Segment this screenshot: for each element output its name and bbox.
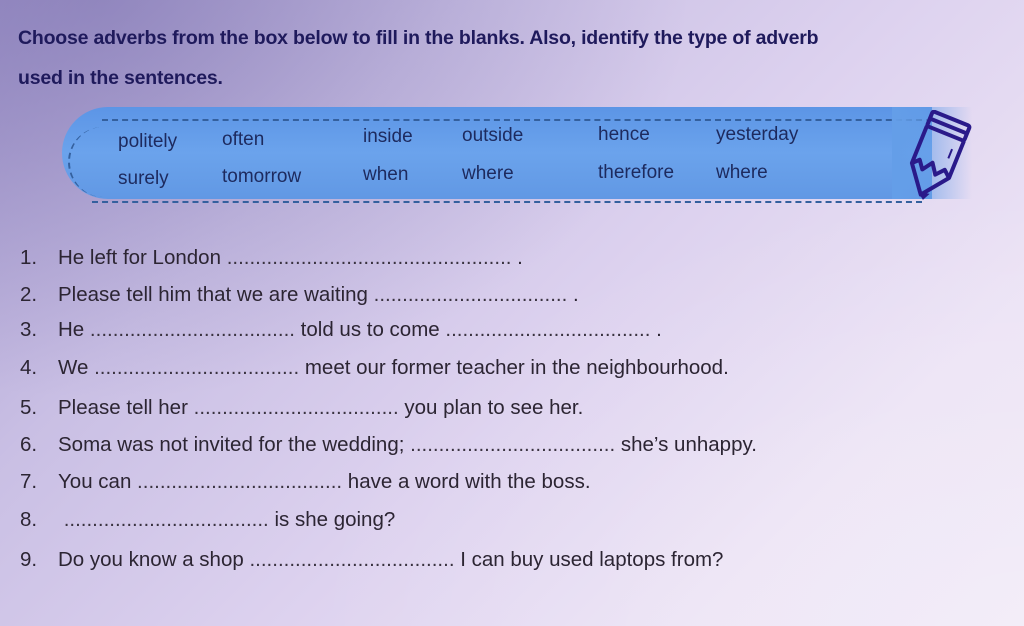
sentence-text: . [650,318,662,341]
word-box-item: tomorrow [222,166,302,187]
blank-field[interactable]: ........................................… [227,246,512,269]
word-box-item: surely [118,168,169,189]
sentence-text: . [567,283,579,306]
blank-field[interactable]: .................................... [410,433,615,456]
exercise-item: 1. He left for London ...................… [20,246,523,270]
pencil-icon [909,110,972,200]
sentence-text: We [58,356,89,379]
sentence-text: Please tell him that we are waiting [58,283,368,306]
word-box-item: where [716,162,768,183]
item-number: 4. [20,356,38,379]
word-box-item: politely [118,131,178,152]
sentence-text: . [511,246,523,269]
blank-field[interactable]: .................................. [374,283,568,306]
sentence-text: you plan to see her. [404,396,584,419]
sentence-text: Soma was not invited for the wedding; [58,433,405,456]
item-number: 7. [20,470,38,493]
sentence-text: meet our former teacher in the neighbour… [304,356,729,379]
instruction-line-1: Choose adverbs from the box below to fil… [18,27,819,49]
word-box-item: hence [598,124,650,145]
word-box-item: therefore [598,162,675,183]
dashed-border-bottom [92,201,922,203]
exercise-item: 2. Please tell him that we are waiting ..… [20,283,579,307]
instruction-line-2: used in the sentences. [18,67,223,89]
exercise-item: 8. .................................... … [20,508,395,532]
exercise-item: 5. Please tell her ......................… [20,396,583,420]
exercise-item: 3. He ...................................… [20,318,662,342]
exercise-item: 7. You can ..............................… [20,470,591,494]
item-number: 1. [20,246,38,269]
adverb-word-box: politely often inside outside hence yest… [62,107,972,203]
exercise-item: 6. Soma was not invited for the wedding; … [20,433,757,457]
sentence-text: He [58,318,85,341]
sentence-text: told us to come [300,318,440,341]
word-box-item: yesterday [716,124,799,145]
item-number: 6. [20,433,38,456]
word-box-item: outside [462,125,524,146]
word-box-item: when [363,164,409,185]
item-number: 5. [20,396,38,419]
sentence-text: He left for London [58,246,221,269]
word-box-item: inside [363,126,413,147]
exercise-item: 4. We ...................................… [20,356,729,380]
item-number: 2. [20,283,38,306]
blank-field[interactable]: .................................... [94,356,299,379]
instruction-text: Choose adverbs from the box below to fil… [18,18,1018,98]
word-box-item: often [222,129,265,150]
exercise-item: 9. Do you know a shop ...................… [20,548,723,572]
blank-field[interactable]: .................................... [194,396,399,419]
sentence-text: she’s unhappy. [620,433,757,456]
item-number: 3. [20,318,38,341]
item-number: 9. [20,548,38,571]
sentence-text: is she going? [274,508,396,531]
word-box-item: where [462,163,514,184]
sentence-text: I can buy used laptops from? [460,548,724,571]
sentence-text: have a word with the boss. [347,470,591,493]
sentence-text: Do you know a shop [58,548,244,571]
blank-field[interactable]: .................................... [90,318,295,341]
blank-field[interactable]: .................................... [137,470,342,493]
blank-field[interactable]: .................................... [445,318,650,341]
item-number: 8. [20,508,38,531]
blank-field[interactable]: .................................... [249,548,454,571]
blank-field[interactable]: .................................... [64,508,269,531]
sentence-text: Please tell her [58,396,188,419]
dashed-border-top [102,119,932,121]
dashed-border-left [68,127,110,197]
sentence-text: You can [58,470,132,493]
